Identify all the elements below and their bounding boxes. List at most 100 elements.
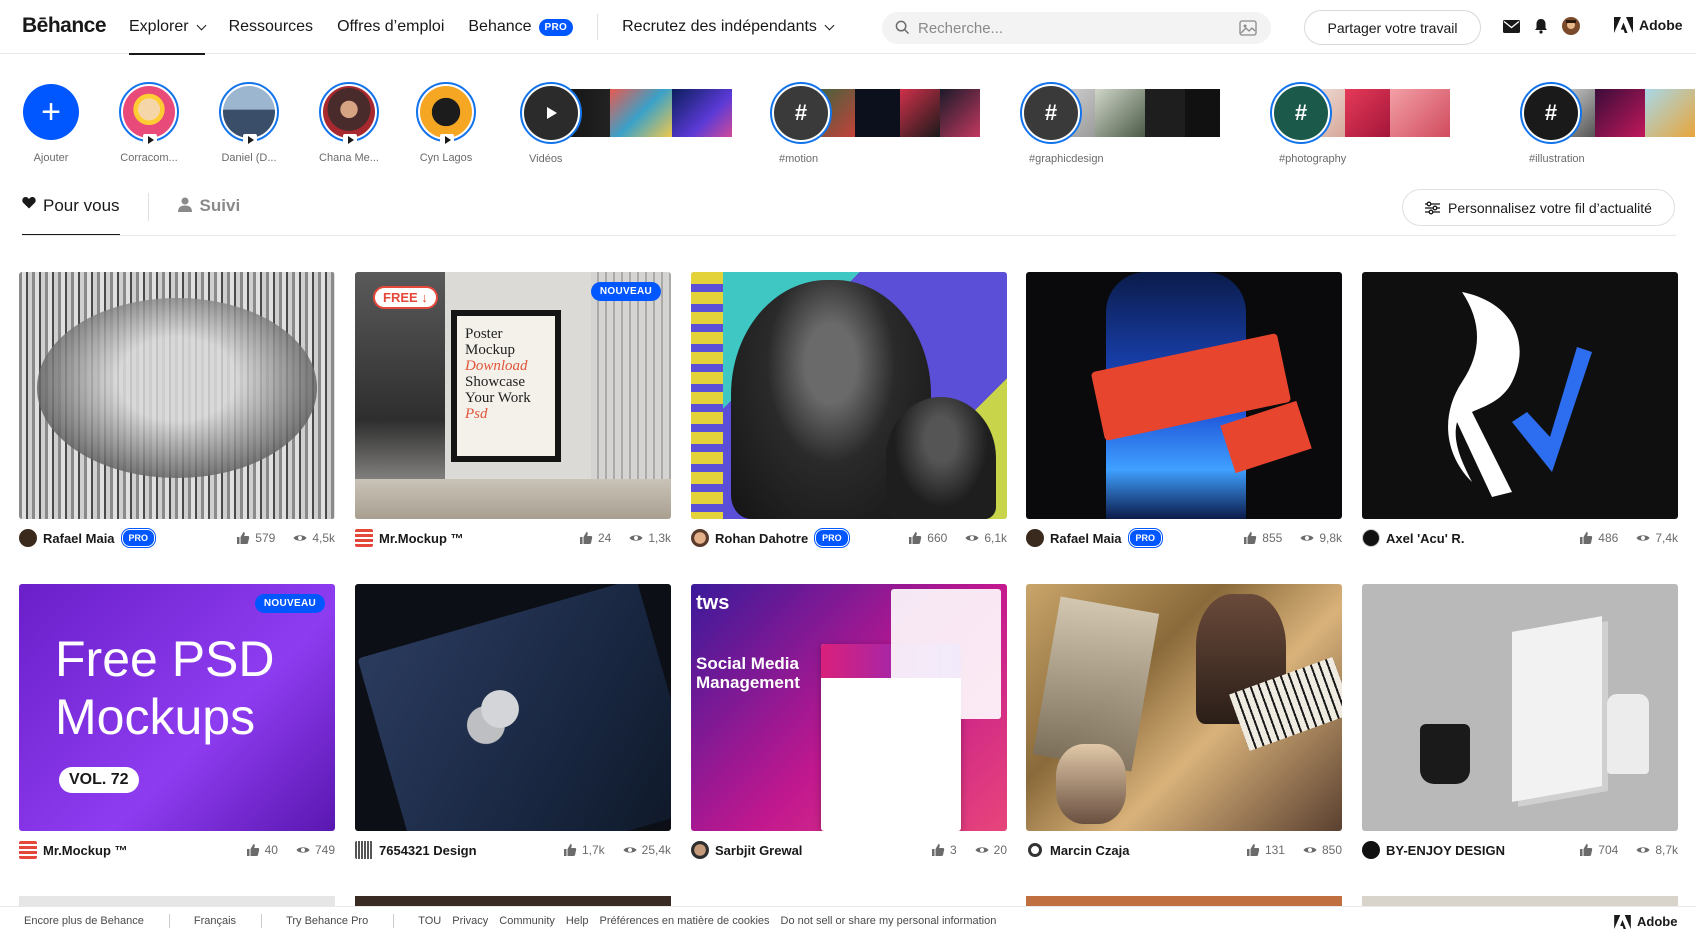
behance-logo[interactable]: Bēhance (22, 14, 107, 38)
owner-name[interactable]: Sarbjit Grewal (715, 843, 802, 858)
nav-behance-label: Behance (468, 18, 532, 35)
project-card[interactable]: tws Social Media Management Sarbjit Grew… (691, 584, 1007, 859)
owner-name[interactable]: Rohan Dahotre (715, 531, 808, 546)
footer-link-community[interactable]: Community (499, 915, 555, 927)
more-behance-link[interactable]: Encore plus de Behance (24, 915, 144, 927)
nav-explorer[interactable]: Explorer (129, 0, 207, 55)
footer-adobe-link[interactable]: Adobe (1614, 914, 1677, 929)
nav-hire-freelancers[interactable]: Recrutez des indépendants (622, 0, 835, 54)
avatar[interactable] (691, 529, 709, 547)
avatar[interactable] (691, 841, 709, 859)
project-thumbnail-peek[interactable] (1026, 896, 1342, 906)
owner-name[interactable]: Mr.Mockup ™ (43, 843, 128, 858)
owner-name[interactable]: Marcin Czaja (1050, 843, 1129, 858)
project-card[interactable]: 7654321 Design 1,7k 25,4k (355, 584, 671, 859)
footer-link-help[interactable]: Help (566, 915, 589, 927)
project-card[interactable]: Poster Mockup Download Showcase Your Wor… (355, 272, 671, 547)
thumbs-up-icon (909, 532, 922, 544)
avatar[interactable] (1026, 529, 1044, 547)
personalize-feed-button[interactable]: Personnalisez votre fil d’actualité (1402, 189, 1675, 226)
adobe-link[interactable]: Adobe (1614, 17, 1683, 33)
likes-count: 660 (927, 531, 948, 545)
project-card[interactable]: Axel 'Acu' R. 486 7,4k (1362, 272, 1678, 547)
project-thumbnail-peek[interactable] (355, 896, 671, 906)
tab-following-label: Suivi (199, 196, 241, 215)
tab-following[interactable]: Suivi (177, 190, 241, 236)
bell-icon[interactable] (1534, 18, 1548, 34)
pro-badge: PRO (121, 529, 156, 547)
story-creator[interactable]: Cyn Lagos (398, 82, 494, 164)
footer-link-do-not-sell[interactable]: Do not sell or share my personal informa… (781, 915, 997, 927)
eye-icon (975, 847, 989, 853)
views-count: 749 (314, 843, 335, 857)
project-meta: 7654321 Design 1,7k 25,4k (355, 840, 671, 860)
owner-name[interactable]: Mr.Mockup ™ (379, 531, 464, 546)
project-card[interactable]: Rafael Maia PRO 855 9,8k (1026, 272, 1342, 547)
user-avatar-icon[interactable] (1562, 17, 1580, 35)
project-thumbnail[interactable] (1362, 584, 1678, 831)
avatar[interactable] (355, 529, 373, 547)
likes-count: 24 (597, 531, 612, 545)
pro-badge: PRO (538, 18, 574, 36)
nav-behance-pro[interactable]: Behance PRO (468, 0, 574, 54)
project-thumbnail[interactable]: Poster Mockup Download Showcase Your Wor… (355, 272, 671, 519)
story-add[interactable]: + Ajouter (3, 82, 99, 164)
project-thumbnail[interactable] (19, 272, 335, 519)
project-thumbnail[interactable]: tws Social Media Management (691, 584, 1007, 831)
avatar[interactable] (1362, 841, 1380, 859)
avatar[interactable] (19, 529, 37, 547)
project-thumbnail-peek[interactable] (1362, 896, 1678, 906)
image-search-icon[interactable] (1239, 20, 1257, 36)
footer-link-privacy[interactable]: Privacy (452, 915, 488, 927)
project-meta: Marcin Czaja 131 850 (1026, 840, 1342, 860)
owner-name[interactable]: Axel 'Acu' R. (1386, 531, 1464, 546)
personalize-label: Personnalisez votre fil d’actualité (1448, 199, 1652, 216)
share-work-button[interactable]: Partager votre travail (1304, 10, 1481, 45)
poster-text: Your Work (465, 390, 531, 406)
play-icon (547, 107, 557, 119)
project-thumbnail[interactable] (355, 584, 671, 831)
story-add-label: Ajouter (33, 152, 69, 164)
project-thumbnail[interactable] (691, 272, 1007, 519)
avatar[interactable] (355, 841, 373, 859)
likes-count: 486 (1598, 531, 1619, 545)
footer-link-cookies[interactable]: Préférences en matière de cookies (600, 915, 770, 927)
story-creator[interactable]: Daniel (D... (201, 82, 297, 164)
likes-count: 855 (1262, 531, 1283, 545)
avatar[interactable] (1028, 843, 1042, 857)
project-stats: 486 7,4k (1579, 531, 1678, 545)
try-pro-link[interactable]: Try Behance Pro (286, 915, 368, 927)
project-card[interactable]: BY-ENJOY DESIGN 704 8,7k (1362, 584, 1678, 859)
story-label: #graphicdesign (1029, 153, 1104, 165)
language-select[interactable]: Français (194, 915, 236, 927)
project-card[interactable]: Marcin Czaja 131 850 (1026, 584, 1342, 858)
search-input[interactable] (918, 12, 1218, 44)
owner-name[interactable]: Rafael Maia (43, 531, 115, 546)
story-creator[interactable]: Chana Me... (301, 82, 397, 164)
stories-row: + Ajouter Corracom... Daniel (D... Chana… (0, 82, 1696, 172)
project-thumbnail[interactable]: Free PSD Mockups VOL. 72 NOUVEAU (19, 584, 335, 831)
owner-name[interactable]: Rafael Maia (1050, 531, 1122, 546)
avatar[interactable] (19, 841, 37, 859)
story-creator[interactable]: Corracom... (101, 82, 197, 164)
owner-name[interactable]: BY-ENJOY DESIGN (1386, 843, 1505, 858)
footer-link-tou[interactable]: TOU (418, 915, 441, 927)
avatar[interactable] (1362, 529, 1380, 547)
chevron-down-icon (196, 20, 207, 30)
story-label: Corracom... (120, 152, 178, 164)
project-card[interactable]: Rohan Dahotre PRO 660 6,1k (691, 272, 1007, 547)
story-label: #illustration (1529, 153, 1585, 165)
mail-icon[interactable] (1503, 19, 1520, 33)
nav-jobs[interactable]: Offres d’emploi (337, 0, 444, 54)
project-card[interactable]: Rafael Maia PRO 579 4,5k (19, 272, 335, 547)
project-thumbnail[interactable] (1026, 584, 1342, 831)
nav-resources[interactable]: Ressources (229, 0, 313, 54)
project-thumbnail[interactable] (1362, 272, 1678, 519)
project-card[interactable]: Free PSD Mockups VOL. 72 NOUVEAU Mr.Mock… (19, 584, 335, 859)
nav-divider (597, 14, 599, 40)
project-meta: BY-ENJOY DESIGN 704 8,7k (1362, 840, 1678, 860)
project-thumbnail-peek[interactable] (19, 896, 335, 906)
project-thumbnail[interactable] (1026, 272, 1342, 519)
tab-for-you[interactable]: Pour vous (22, 190, 120, 236)
owner-name[interactable]: 7654321 Design (379, 843, 477, 858)
